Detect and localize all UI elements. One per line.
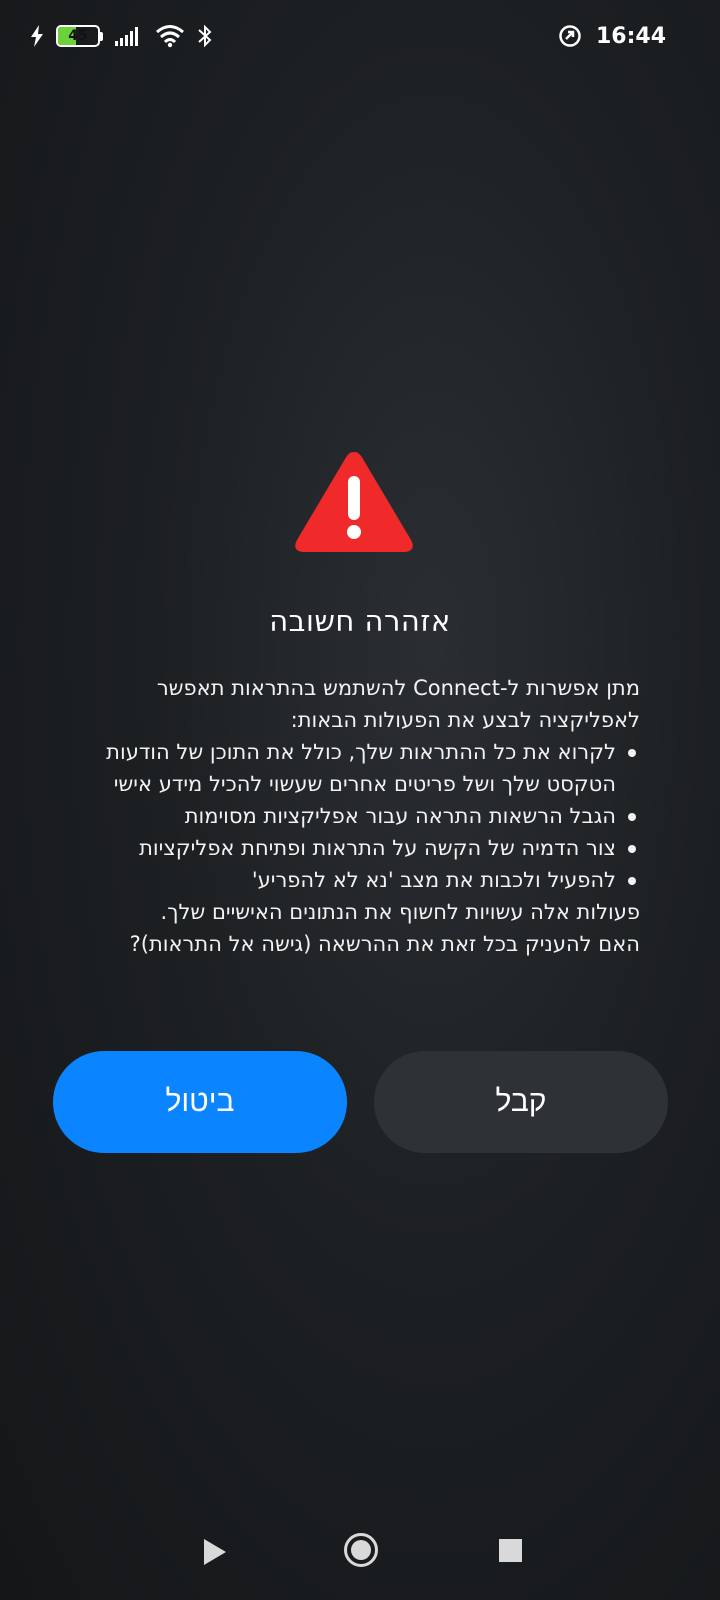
warning-triangle-icon (295, 452, 413, 552)
permissions-list: לקרוא את כל ההתראות שלך, כולל את התוכן ש… (88, 736, 640, 896)
permission-item: להפעיל ולכבות את מצב 'נא לא להפריע' (88, 864, 640, 896)
recents-icon[interactable] (499, 1539, 522, 1562)
battery-level: 45 (68, 28, 88, 44)
status-bar: 45 16:44 (0, 0, 720, 72)
dialog-outro: פעולות אלה עשויות לחשוף את הנתונים האישי… (160, 900, 640, 924)
permission-item: לקרוא את כל ההתראות שלך, כולל את התוכן ש… (88, 736, 640, 800)
clock: 16:44 (595, 23, 666, 49)
back-icon[interactable] (203, 1538, 227, 1566)
permission-item: צור הדמיה של הקשה על התראות ופתיחת אפליק… (88, 832, 640, 864)
bluetooth-icon (198, 24, 212, 48)
permission-item: הגבל הרשאות התראה עבור אפליקציות מסוימות (88, 800, 640, 832)
status-icons-right: 16:44 (558, 24, 666, 49)
dialog-intro: מתן אפשרות ל-Connect להשתמש בהתראות תאפש… (156, 676, 640, 732)
cancel-button[interactable]: ביטול (53, 1051, 347, 1153)
dialog-title: אזהרה חשובה (269, 604, 451, 638)
data-saver-icon (559, 25, 581, 47)
navigation-bar (0, 1518, 720, 1590)
charging-icon (31, 25, 43, 47)
wifi-icon (156, 25, 184, 48)
dialog-message: מתן אפשרות ל-Connect להשתמש בהתראות תאפש… (88, 672, 640, 960)
battery-icon: 45 (56, 25, 103, 47)
accept-button[interactable]: קבל (374, 1051, 668, 1153)
home-icon[interactable] (343, 1532, 379, 1568)
signal-icon (115, 27, 138, 46)
status-icons-left: 45 (30, 24, 213, 48)
dialog-question: האם להעניק בכל זאת את ההרשאה (גישה אל הת… (129, 932, 640, 956)
